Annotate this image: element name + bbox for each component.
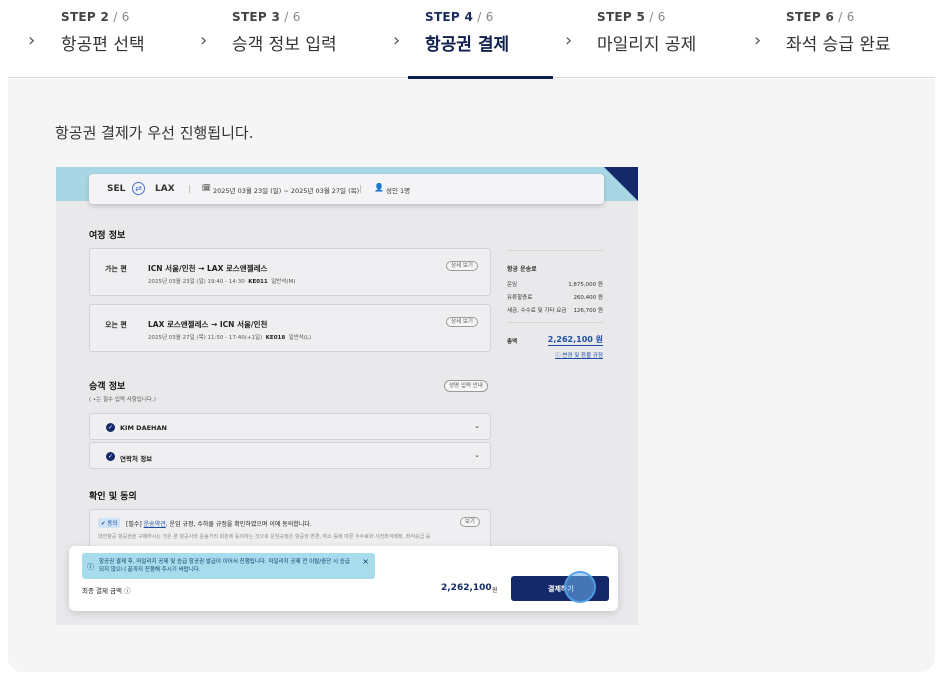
toast-message: 항공권 결제 후, 마일리지 공제 및 승급 항공권 발급이 이어서 진행됩니다…	[99, 559, 350, 573]
progress-stepper: › STEP 2 / 6 항공편 선택 › STEP 3 / 6 승객 정보 입…	[0, 0, 944, 79]
fare-label: 유류할증료	[507, 295, 533, 301]
chevron-right-icon: ›	[754, 30, 762, 51]
required-note: ( •는 필수 입력 사항입니다.)	[89, 397, 156, 403]
chevron-right-icon: ›	[200, 30, 208, 51]
outbound-flight-card: 가는 편 ICN 서울/인천 → LAX 로스앤젤레스 2025년 03월 23…	[89, 248, 491, 296]
inbound-flight-no: KE018	[265, 335, 286, 341]
step-total: / 6	[645, 10, 666, 24]
fare-value: 126,700 원	[573, 308, 603, 314]
agreement-title: 확인 및 동의	[89, 492, 137, 502]
chevron-down-icon: ⌄	[474, 422, 480, 430]
step-number: STEP 4	[425, 10, 474, 24]
name-guide-button[interactable]: 성명 입력 안내	[444, 380, 488, 392]
outbound-detail: 2025년 03월 23일 (일) 19:40 - 14:30 KE011 일반…	[148, 277, 295, 285]
passenger-count: 성인 1명	[386, 187, 411, 195]
info-toast: ⓘ 항공권 결제 후, 마일리지 공제 및 승급 항공권 발급이 이어서 진행됩…	[82, 553, 375, 579]
inbound-detail: 2025년 03월 27일 (목) 11:50 - 17:40(+1일) KE0…	[148, 333, 311, 341]
step-total: / 6	[280, 10, 301, 24]
step-5: STEP 5 / 6 마일리지 공제	[597, 10, 696, 55]
outbound-label: 가는 편	[105, 265, 127, 273]
currency-label: 원	[492, 587, 498, 594]
fare-row: 세금, 수수료 및 기타 요금 126,700 원	[507, 306, 603, 314]
passenger-accordion[interactable]: ✓ KIM DAEHAN ⌄	[89, 413, 491, 440]
fare-divider	[507, 250, 603, 251]
contact-label: 연락처 정보	[120, 455, 153, 463]
outbound-class: 일반석(M)	[271, 279, 296, 285]
inbound-flight-card: 오는 편 LAX 로스앤젤레스 → ICN 서울/인천 2025년 03월 27…	[89, 304, 491, 352]
notice-text: 항공권 결제가 우선 진행됩니다.	[55, 124, 254, 142]
fare-value: 260,400 원	[573, 295, 603, 301]
person-icon: 👤	[374, 183, 384, 192]
fare-title: 항공 운송료	[507, 266, 537, 273]
info-icon: ⓘ	[87, 563, 94, 571]
agreement-prefix: [필수]	[126, 521, 144, 528]
step-number: STEP 2	[61, 10, 110, 24]
fare-divider	[507, 322, 603, 323]
passenger-name: KIM DAEHAN	[120, 424, 167, 432]
step-number: STEP 3	[232, 10, 281, 24]
outbound-details-button[interactable]: 상세 보기	[446, 261, 478, 271]
chevron-right-icon: ›	[565, 30, 573, 51]
step-name: 마일리지 공제	[597, 35, 697, 55]
divider: |	[188, 184, 191, 193]
calendar-icon: 🗓	[202, 184, 211, 192]
step-number: STEP 5	[597, 10, 646, 24]
step-number: STEP 6	[786, 10, 835, 24]
divider: |	[359, 184, 362, 193]
fare-total-value: 2,262,100 원	[547, 335, 603, 346]
fare-value: 1,875,000 원	[568, 282, 603, 288]
travel-dates: 2025년 03월 23일 (일) ~ 2025년 03월 27일 (목)	[213, 187, 360, 195]
check-circle-icon: ✓	[106, 452, 115, 461]
step-total: / 6	[473, 10, 494, 24]
outbound-flight-no: KE011	[248, 279, 268, 285]
inbound-class: 일반석(L)	[288, 335, 312, 341]
refund-rules-link[interactable]: ⓘ 변경 및 환불 규정	[555, 351, 603, 359]
step-total: / 6	[834, 10, 855, 24]
outbound-route: ICN 서울/인천 → LAX 로스앤젤레스	[148, 264, 268, 273]
origin-code: SEL	[107, 184, 126, 194]
step-2: STEP 2 / 6 항공편 선택	[61, 10, 145, 55]
payment-screenshot: SEL ⇄ LAX | 🗓 2025년 03월 23일 (일) ~ 2025년 …	[56, 167, 638, 625]
destination-code: LAX	[155, 184, 175, 194]
fare-label: 운임	[507, 282, 518, 288]
final-amount: 2,262,100	[441, 583, 492, 593]
fare-label: 세금, 수수료 및 기타 요금	[507, 308, 567, 314]
step-total: / 6	[109, 10, 130, 24]
chevron-right-icon: ›	[28, 30, 36, 51]
step-name: 항공권 결제	[425, 35, 510, 55]
terms-link[interactable]: 운송약관	[144, 521, 166, 528]
final-amount-label: 최종 결제 금액 ⓘ	[82, 587, 131, 595]
fare-total-label: 총액	[507, 339, 518, 345]
agreement-suffix: , 운임 규정, 수하물 규정을 확인하였으며 이에 동의합니다.	[165, 521, 312, 528]
swap-icon: ⇄	[132, 182, 145, 195]
step-name: 좌석 승급 완료	[786, 35, 891, 55]
close-icon[interactable]: ×	[362, 557, 369, 566]
chevron-right-icon: ›	[393, 30, 401, 51]
passenger-title: 승객 정보	[89, 382, 126, 392]
inbound-label: 오는 편	[105, 321, 127, 329]
agreement-text: [필수] 운송약관, 운임 규정, 수하물 규정을 확인하였으며 이에 동의합니…	[126, 519, 312, 528]
fare-row: 운임 1,875,000 원	[507, 280, 603, 288]
outbound-time: 2025년 03월 23일 (일) 19:40 - 14:30	[148, 279, 245, 285]
inbound-route: LAX 로스앤젤레스 → ICN 서울/인천	[148, 320, 268, 329]
step-name: 항공편 선택	[61, 35, 145, 55]
fare-row: 유류할증료 260,400 원	[507, 293, 603, 301]
check-circle-icon: ✓	[106, 423, 115, 432]
step-6: STEP 6 / 6 좌석 승급 완료	[786, 10, 891, 55]
click-indicator	[564, 571, 596, 603]
inbound-time: 2025년 03월 27일 (목) 11:50 - 17:40(+1일)	[148, 335, 263, 341]
payment-bar: ⓘ 항공권 결제 후, 마일리지 공제 및 승급 항공권 발급이 이어서 진행됩…	[69, 546, 618, 611]
inbound-details-button[interactable]: 상세 보기	[446, 317, 478, 327]
agree-checkbox[interactable]: ✔ 동의	[98, 518, 121, 528]
flight-search-summary: SEL ⇄ LAX | 🗓 2025년 03월 23일 (일) ~ 2025년 …	[89, 174, 604, 204]
agreement-view-button[interactable]: 보기	[459, 517, 480, 527]
itinerary-title: 여정 정보	[89, 231, 126, 241]
step-3: STEP 3 / 6 승객 정보 입력	[232, 10, 337, 55]
step-name: 승객 정보 입력	[232, 35, 337, 55]
step-4-active: STEP 4 / 6 항공권 결제	[425, 10, 509, 55]
agreement-description: 대한항공 항공권을 구매하시는 것은 본 항공사와 운송거리 회원에 동의하는 …	[98, 534, 431, 540]
contact-accordion[interactable]: ✓ 연락처 정보 ⌄	[89, 442, 491, 469]
chevron-down-icon: ⌄	[474, 451, 480, 459]
